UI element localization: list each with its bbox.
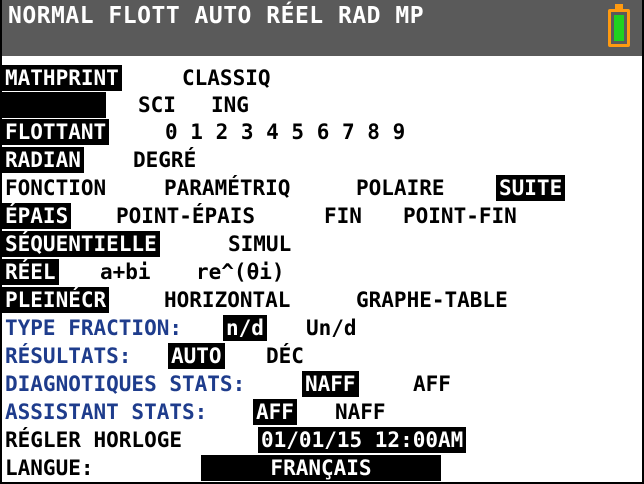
option-point-epais[interactable]: POINT-ÉPAIS bbox=[113, 203, 258, 229]
option-parametriq[interactable]: PARAMÉTRIQ bbox=[161, 175, 293, 201]
option-flottant[interactable]: FLOTTANT bbox=[2, 119, 110, 145]
option-sequentielle[interactable]: SÉQUENTIELLE bbox=[2, 231, 160, 257]
langue-label: LANGUE: bbox=[5, 456, 94, 480]
row-line-style: ÉPAIS POINT-ÉPAIS FIN POINT-FIN bbox=[2, 203, 642, 229]
status-bar: NORMAL FLOTT AUTO RÉEL RAD MP bbox=[2, 0, 642, 56]
option-normal-highlighted[interactable] bbox=[2, 92, 106, 118]
mode-menu: MATHPRINT CLASSIQ SCI ING FLOTTANT 0 1 2… bbox=[2, 56, 642, 482]
option-digits[interactable]: 0 1 2 3 4 5 6 7 8 9 bbox=[162, 119, 408, 145]
option-radian[interactable]: RADIAN bbox=[2, 147, 84, 173]
option-fin[interactable]: FIN bbox=[321, 203, 365, 229]
battery-charging-icon bbox=[608, 4, 630, 47]
option-nd[interactable]: n/d bbox=[223, 315, 267, 341]
option-polar[interactable]: re^(θi) bbox=[193, 259, 288, 285]
option-epais[interactable]: ÉPAIS bbox=[2, 203, 72, 229]
option-mathprint[interactable]: MATHPRINT bbox=[2, 65, 122, 91]
row-complex: RÉEL a+bi re^(θi) bbox=[2, 259, 642, 285]
horloge-label: RÉGLER HORLOGE bbox=[5, 428, 183, 452]
row-notation: SCI ING bbox=[2, 92, 642, 118]
row-graph-type: FONCTION PARAMÉTRIQ POLAIRE SUITE bbox=[2, 175, 642, 201]
row-langue: LANGUE: FRANÇAIS bbox=[2, 455, 642, 481]
option-dec[interactable]: DÉC bbox=[263, 343, 307, 369]
language-value[interactable]: FRANÇAIS bbox=[201, 455, 441, 481]
battery-fill bbox=[614, 15, 624, 41]
clock-value[interactable]: 01/01/15 12:00AM bbox=[258, 427, 467, 453]
option-und[interactable]: Un/d bbox=[303, 315, 360, 341]
row-float: FLOTTANT 0 1 2 3 4 5 6 7 8 9 bbox=[2, 119, 642, 145]
calculator-screen: NORMAL FLOTT AUTO RÉEL RAD MP MATHPRINT … bbox=[0, 0, 644, 484]
option-suite[interactable]: SUITE bbox=[496, 175, 566, 201]
row-plot-order: SÉQUENTIELLE SIMUL bbox=[2, 231, 642, 257]
assistant-label: ASSISTANT STATS: bbox=[5, 400, 208, 424]
option-naff-diagnostics[interactable]: NAFF bbox=[302, 371, 359, 397]
option-graphe-table[interactable]: GRAPHE-TABLE bbox=[353, 287, 511, 313]
option-reel[interactable]: RÉEL bbox=[2, 259, 59, 285]
option-point-fin[interactable]: POINT-FIN bbox=[400, 203, 520, 229]
option-polaire[interactable]: POLAIRE bbox=[353, 175, 448, 201]
diagnostics-label: DIAGNOTIQUES STATS: bbox=[5, 372, 246, 396]
option-pleinecr[interactable]: PLEINÉCR bbox=[2, 287, 110, 313]
resultats-label: RÉSULTATS: bbox=[5, 344, 132, 368]
option-fonction[interactable]: FONCTION bbox=[2, 175, 109, 201]
status-bar-text: NORMAL FLOTT AUTO RÉEL RAD MP bbox=[8, 3, 425, 29]
option-classiq[interactable]: CLASSIQ bbox=[179, 65, 274, 91]
option-aff-diagnostics[interactable]: AFF bbox=[410, 371, 454, 397]
option-ing[interactable]: ING bbox=[208, 92, 252, 118]
option-horizontal[interactable]: HORIZONTAL bbox=[161, 287, 293, 313]
option-rect[interactable]: a+bi bbox=[97, 259, 154, 285]
option-aff-assistant[interactable]: AFF bbox=[253, 399, 297, 425]
row-diagnostics: DIAGNOTIQUES STATS: NAFF AFF bbox=[2, 371, 642, 397]
option-auto[interactable]: AUTO bbox=[168, 343, 225, 369]
row-assistant: ASSISTANT STATS: AFF NAFF bbox=[2, 399, 642, 425]
type-fraction-label: TYPE FRACTION: bbox=[5, 316, 183, 340]
row-horloge: RÉGLER HORLOGE 01/01/15 12:00AM bbox=[2, 427, 642, 453]
row-type-fraction: TYPE FRACTION: n/d Un/d bbox=[2, 315, 642, 341]
row-angle: RADIAN DEGRÉ bbox=[2, 147, 642, 173]
row-resultats: RÉSULTATS: AUTO DÉC bbox=[2, 343, 642, 369]
option-degre[interactable]: DEGRÉ bbox=[130, 147, 199, 173]
row-display-mode: MATHPRINT CLASSIQ bbox=[2, 65, 642, 91]
option-sci[interactable]: SCI bbox=[135, 92, 179, 118]
option-naff-assistant[interactable]: NAFF bbox=[332, 399, 389, 425]
option-simul[interactable]: SIMUL bbox=[225, 231, 294, 257]
row-screen-split: PLEINÉCR HORIZONTAL GRAPHE-TABLE bbox=[2, 287, 642, 313]
